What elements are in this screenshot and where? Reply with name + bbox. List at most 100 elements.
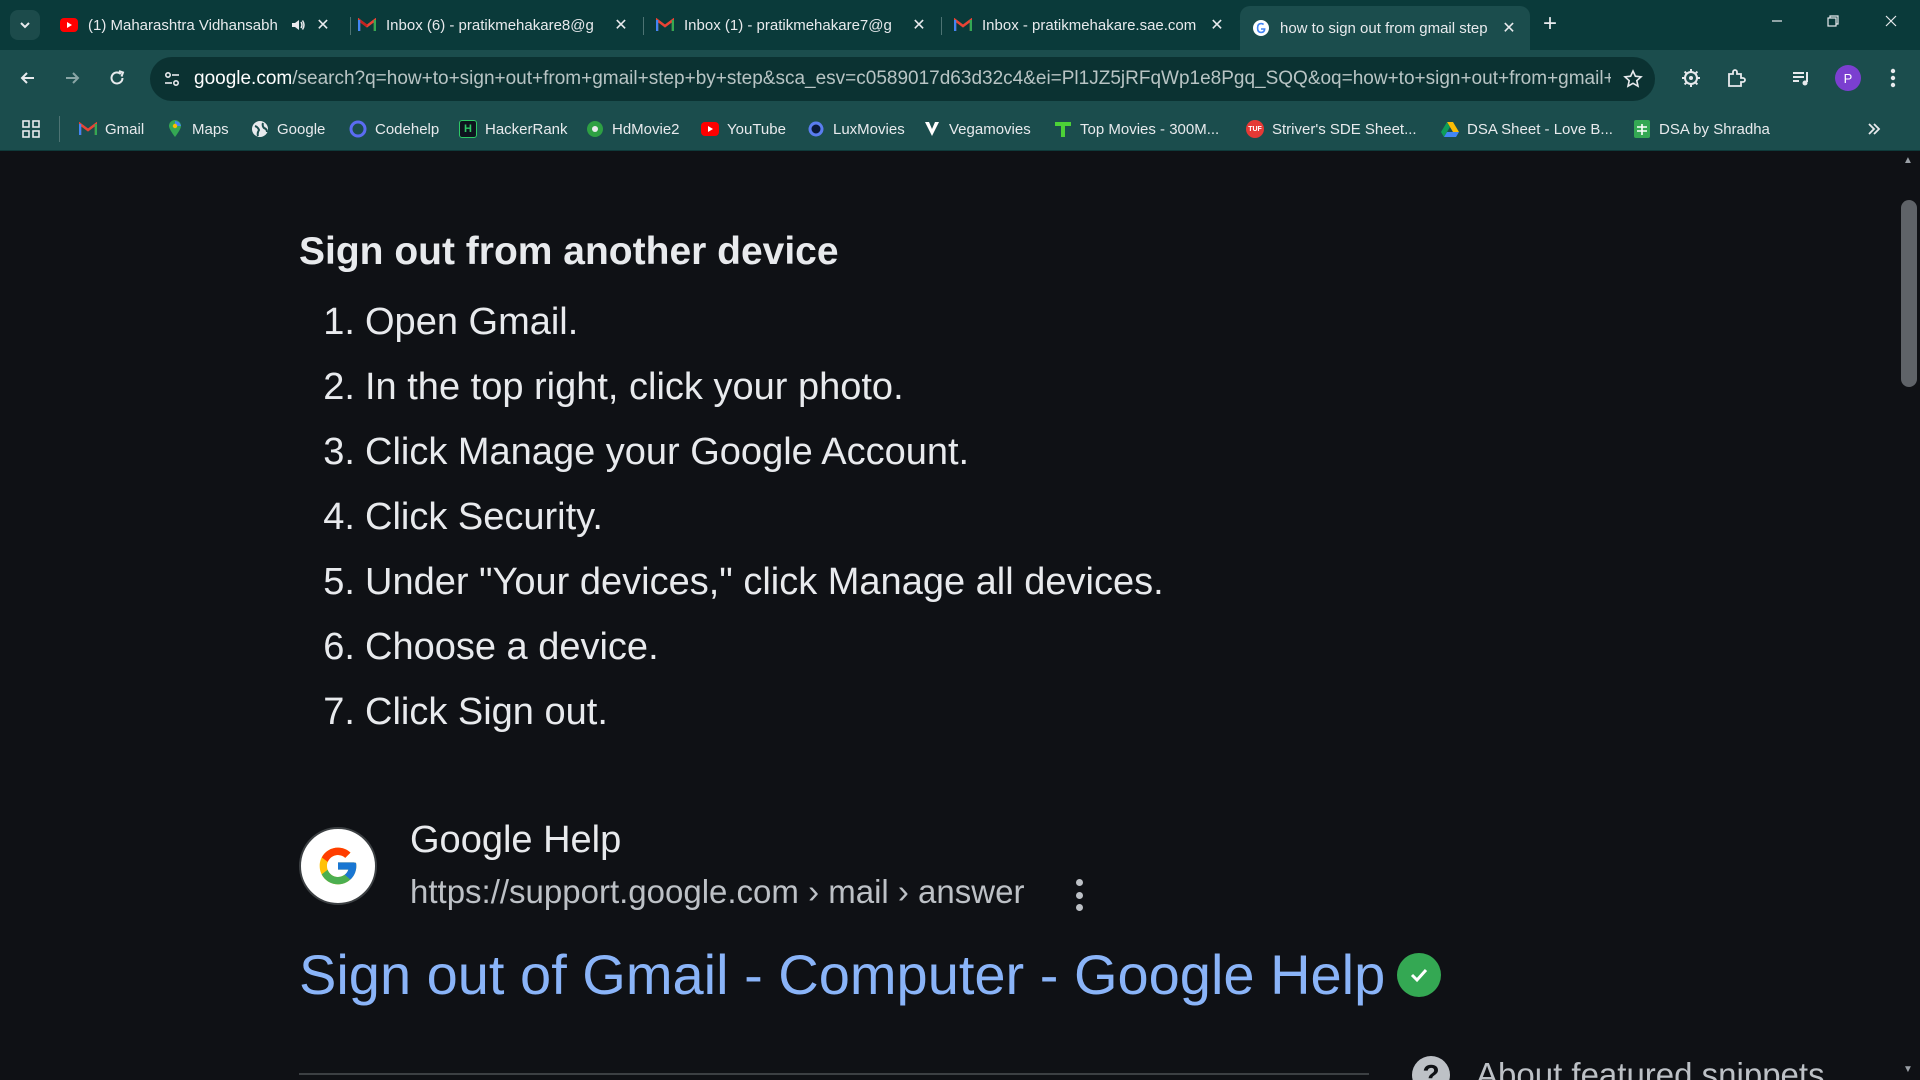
scroll-down-arrow-icon[interactable]: ▼ xyxy=(1903,1064,1913,1075)
step-number: 7. xyxy=(323,691,355,733)
bookmark-label: LuxMovies xyxy=(833,120,905,138)
reload-button[interactable] xyxy=(103,64,131,92)
snippet-heading: Sign out from another device xyxy=(299,230,839,273)
tuf-icon: TUF xyxy=(1246,120,1264,138)
tab-inbox-1[interactable]: Inbox (1) - pratikmehakare7@g ✕ xyxy=(644,8,940,42)
bookmark-hackerrank[interactable]: H HackerRank xyxy=(459,116,568,142)
globe-icon xyxy=(251,120,269,138)
help-icon: ? xyxy=(1412,1056,1450,1080)
site-info-icon[interactable] xyxy=(150,70,194,88)
tab-search-button[interactable] xyxy=(10,10,40,40)
result-options-icon[interactable] xyxy=(1069,875,1089,915)
bookmark-label: Top Movies - 300M... xyxy=(1080,120,1220,138)
bookmark-label: HackerRank xyxy=(485,120,568,138)
address-bar[interactable]: google.com/search?q=how+to+sign+out+from… xyxy=(150,57,1655,101)
sheets-icon xyxy=(1633,120,1651,138)
list-item: 1. Open Gmail. xyxy=(310,302,1164,367)
verified-check-icon xyxy=(1397,952,1442,997)
bookmark-codehelp[interactable]: Codehelp xyxy=(349,116,439,142)
step-number: 1. xyxy=(323,301,355,343)
tab-youtube[interactable]: (1) Maharashtra Vidhansabh ✕ xyxy=(48,8,344,42)
double-chevron-right-icon xyxy=(1868,123,1881,135)
maps-icon xyxy=(166,120,184,138)
close-tab-icon[interactable]: ✕ xyxy=(1500,19,1518,37)
bookmark-label: Vegamovies xyxy=(949,120,1031,138)
close-tab-icon[interactable]: ✕ xyxy=(612,16,630,34)
bookmark-google[interactable]: Google xyxy=(251,116,325,142)
tab-inbox-sae[interactable]: Inbox - pratikmehakare.sae.com ✕ xyxy=(942,8,1238,42)
step-number: 2. xyxy=(323,366,355,408)
google-icon xyxy=(1252,19,1270,37)
bookmark-label: YouTube xyxy=(727,120,786,138)
tab-title: how to sign out from gmail step xyxy=(1280,19,1488,37)
bookmark-dsa-shradha[interactable]: DSA by Shradha xyxy=(1633,116,1770,142)
bookmark-dsa-love[interactable]: DSA Sheet - Love B... xyxy=(1441,116,1613,142)
gmail-icon xyxy=(656,16,674,34)
bookmarks-overflow-button[interactable] xyxy=(1866,116,1882,142)
luxmovies-icon xyxy=(807,120,825,138)
source-site-name: Google Help xyxy=(410,819,622,861)
chevron-down-icon xyxy=(20,22,30,29)
bookmark-hdmovie2[interactable]: HdMovie2 xyxy=(586,116,680,142)
step-number: 6. xyxy=(323,626,355,668)
forward-button[interactable] xyxy=(58,64,86,92)
hdmovie-icon xyxy=(586,120,604,138)
vegamovies-icon xyxy=(923,120,941,138)
step-number: 5. xyxy=(323,561,355,603)
scrollbar-thumb[interactable] xyxy=(1901,200,1917,387)
about-featured-snippets-link[interactable]: ? About featured snippets xyxy=(1412,1056,1825,1080)
hackerrank-icon: H xyxy=(459,120,477,138)
bookmark-star-icon[interactable] xyxy=(1611,69,1655,89)
menu-kebab-icon[interactable] xyxy=(1879,64,1907,92)
restore-icon xyxy=(1827,15,1839,27)
bookmark-label: Striver's SDE Sheet... xyxy=(1272,120,1417,138)
step-text: Under "Your devices," click Manage all d… xyxy=(365,561,1164,603)
apps-grid-icon xyxy=(22,120,40,138)
speaker-icon[interactable] xyxy=(290,17,306,33)
new-tab-button[interactable]: + xyxy=(1543,12,1557,36)
profile-avatar[interactable]: P xyxy=(1835,65,1861,91)
step-text: Click Manage your Google Account. xyxy=(365,431,970,473)
bookmark-striver[interactable]: TUF Striver's SDE Sheet... xyxy=(1246,116,1417,142)
bookmark-gmail[interactable]: Gmail xyxy=(79,116,144,142)
step-number: 3. xyxy=(323,431,355,473)
codehelp-icon xyxy=(349,120,367,138)
tab-inbox-6[interactable]: Inbox (6) - pratikmehakare8@g ✕ xyxy=(346,8,642,42)
divider xyxy=(299,1073,1369,1075)
close-tab-icon[interactable]: ✕ xyxy=(910,16,928,34)
reload-icon xyxy=(110,70,125,85)
address-url[interactable]: google.com/search?q=how+to+sign+out+from… xyxy=(194,68,1611,90)
media-controls-icon[interactable] xyxy=(1787,64,1815,92)
drive-icon xyxy=(1441,120,1459,138)
step-text: Click Security. xyxy=(365,496,603,538)
back-button[interactable] xyxy=(14,64,42,92)
bookmark-label: DSA by Shradha xyxy=(1659,120,1770,138)
close-window-button[interactable] xyxy=(1879,12,1903,33)
bookmark-maps[interactable]: Maps xyxy=(166,116,229,142)
close-tab-icon[interactable]: ✕ xyxy=(1208,16,1226,34)
bookmark-label: Maps xyxy=(192,120,229,138)
minimize-button[interactable] xyxy=(1765,12,1789,33)
gmail-icon xyxy=(79,120,97,138)
forward-arrow-icon xyxy=(66,72,80,84)
result-title-link[interactable]: Sign out of Gmail - Computer - Google He… xyxy=(299,942,1442,1007)
gmail-icon xyxy=(954,16,972,34)
bookmark-luxmovies[interactable]: LuxMovies xyxy=(807,116,905,142)
bookmark-top-movies[interactable]: Top Movies - 300M... xyxy=(1054,116,1219,142)
tab-title: Inbox (6) - pratikmehakare8@g xyxy=(386,16,594,34)
extensions-puzzle-icon[interactable] xyxy=(1722,64,1750,92)
extension-gear-icon[interactable] xyxy=(1677,64,1705,92)
close-tab-icon[interactable]: ✕ xyxy=(314,16,332,34)
tab-google-search[interactable]: how to sign out from gmail step ✕ xyxy=(1240,6,1530,50)
close-icon xyxy=(1885,15,1897,27)
apps-grid-button[interactable] xyxy=(21,116,41,142)
bookmark-youtube[interactable]: YouTube xyxy=(701,116,786,142)
list-item: 4. Click Security. xyxy=(310,497,1164,562)
bookmark-vegamovies[interactable]: Vegamovies xyxy=(923,116,1031,142)
bookmark-label: Gmail xyxy=(105,120,145,138)
gmail-icon xyxy=(358,16,376,34)
step-text: Choose a device. xyxy=(365,626,659,668)
result-title-text: Sign out of Gmail - Computer - Google He… xyxy=(299,943,1386,1006)
restore-button[interactable] xyxy=(1821,12,1845,33)
scroll-up-arrow-icon[interactable]: ▲ xyxy=(1903,155,1913,166)
